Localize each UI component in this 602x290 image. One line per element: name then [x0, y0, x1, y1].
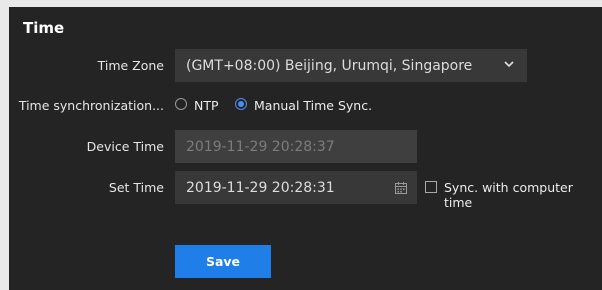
save-button[interactable]: Save	[175, 245, 271, 278]
time-zone-value: (GMT+08:00) Beijing, Urumqi, Singapore	[186, 58, 473, 74]
section-title: Time	[23, 19, 65, 37]
chevron-down-icon	[504, 61, 514, 68]
device-time-value: 2019-11-29 20:28:37	[186, 139, 335, 155]
ntp-option-label[interactable]: NTP	[194, 98, 219, 113]
set-time-value: 2019-11-29 20:28:31	[186, 180, 335, 196]
sync-computer-time-checkbox[interactable]	[425, 181, 437, 193]
time-zone-select[interactable]: (GMT+08:00) Beijing, Urumqi, Singapore	[175, 49, 527, 82]
manual-sync-option-label[interactable]: Manual Time Sync.	[254, 98, 372, 113]
manual-sync-radio[interactable]	[235, 98, 247, 110]
set-time-input[interactable]: 2019-11-29 20:28:31	[175, 171, 417, 204]
time-settings-panel: Time Time Zone (GMT+08:00) Beijing, Urum…	[9, 7, 602, 290]
time-sync-label: Time synchronization...	[18, 98, 164, 113]
device-time-label: Device Time	[86, 139, 164, 154]
set-time-label: Set Time	[108, 180, 164, 195]
time-zone-label: Time Zone	[97, 58, 164, 73]
ntp-radio[interactable]	[175, 98, 187, 110]
device-time-field: 2019-11-29 20:28:37	[175, 130, 417, 163]
sync-computer-time-label[interactable]: Sync. with computer time	[444, 180, 602, 210]
calendar-icon[interactable]	[394, 181, 408, 195]
